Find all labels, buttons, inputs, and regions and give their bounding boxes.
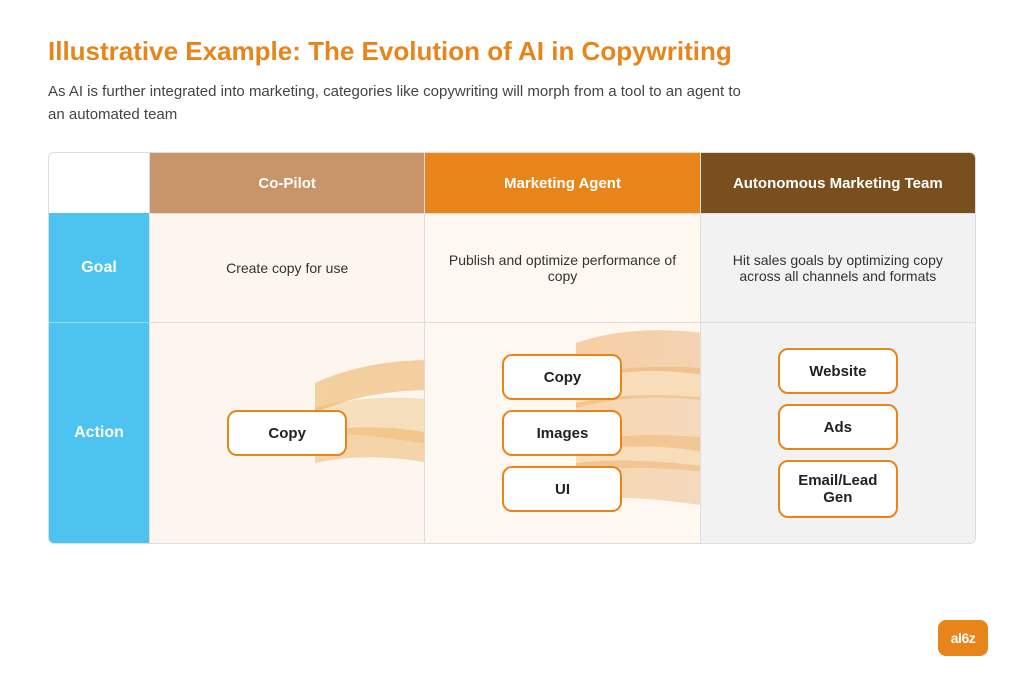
- main-table: Goal Action Co-Pilot Create copy for use: [48, 152, 976, 544]
- label-column: Goal Action: [49, 153, 149, 543]
- copilot-goal: Create copy for use: [150, 213, 424, 323]
- slide-title: Illustrative Example: The Evolution of A…: [48, 36, 976, 67]
- action-label: Action: [49, 323, 149, 543]
- copilot-card-copy: Copy: [227, 410, 347, 456]
- agent-action: Copy Images UI: [425, 323, 699, 543]
- agent-column: Marketing Agent Publish and optimize per…: [424, 153, 699, 543]
- autonomous-column: Autonomous Marketing Team Hit sales goal…: [700, 153, 975, 543]
- autonomous-card-ads: Ads: [778, 404, 898, 450]
- autonomous-action: Website Ads Email/Lead Gen: [701, 323, 975, 543]
- label-header-spacer: [49, 153, 149, 213]
- autonomous-header: Autonomous Marketing Team: [701, 153, 975, 213]
- autonomous-goal: Hit sales goals by optimizing copy acros…: [701, 213, 975, 323]
- agent-goal: Publish and optimize performance of copy: [425, 213, 699, 323]
- autonomous-cards: Website Ads Email/Lead Gen: [715, 348, 961, 518]
- agent-card-ui: UI: [502, 466, 622, 512]
- autonomous-card-email: Email/Lead Gen: [778, 460, 898, 518]
- agent-header: Marketing Agent: [425, 153, 699, 213]
- copilot-header: Co-Pilot: [150, 153, 424, 213]
- copilot-action: Copy: [150, 323, 424, 543]
- copilot-column: Co-Pilot Create copy for use: [149, 153, 424, 543]
- agent-card-images: Images: [502, 410, 622, 456]
- slide-subtitle: As AI is further integrated into marketi…: [48, 81, 748, 126]
- agent-card-copy: Copy: [502, 354, 622, 400]
- logo: al6z: [938, 620, 988, 656]
- data-columns: Co-Pilot Create copy for use: [149, 153, 975, 543]
- slide: Illustrative Example: The Evolution of A…: [0, 0, 1024, 676]
- logo-text: al6z: [951, 630, 975, 646]
- goal-label: Goal: [49, 213, 149, 323]
- agent-cards: Copy Images UI: [439, 354, 685, 512]
- autonomous-card-website: Website: [778, 348, 898, 394]
